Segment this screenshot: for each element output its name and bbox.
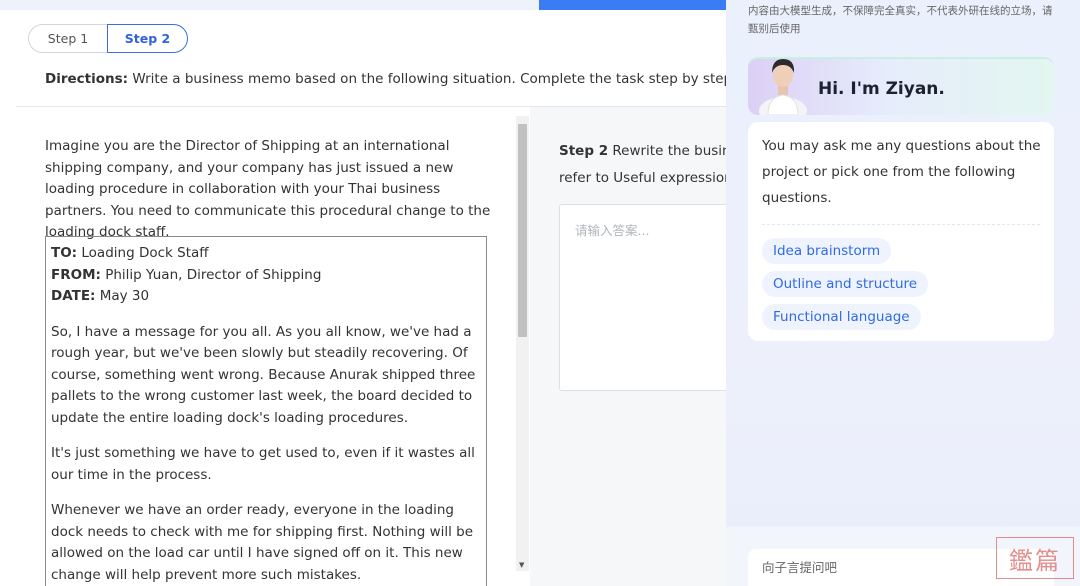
directions-label: Directions: (45, 71, 129, 87)
directions-text: Write a business memo based on the follo… (132, 71, 737, 87)
chip-outline-structure[interactable]: Outline and structure (762, 271, 929, 297)
memo-paragraph: So, I have a message for you all. As you… (51, 323, 476, 426)
step2-instructions: Step 2 Rewrite the business refer to Use… (559, 138, 726, 192)
scroll-down-arrow-icon[interactable]: ▼ (519, 561, 524, 569)
memo-from-label: FROM: (51, 266, 101, 283)
tab-step-1[interactable]: Step 1 (28, 24, 107, 53)
step2-pane: Step 2 Rewrite the business refer to Use… (530, 107, 726, 586)
answer-box (559, 204, 726, 391)
memo-date: DATE: May 30 (51, 286, 481, 308)
chip-idea-brainstorm[interactable]: Idea brainstorm (762, 238, 892, 264)
chip-functional-language[interactable]: Functional language (762, 304, 921, 330)
memo-date-value: May 30 (99, 288, 150, 304)
avatar (759, 59, 807, 115)
answer-input[interactable] (560, 205, 726, 390)
situation-scrollbar[interactable]: ▼ (516, 116, 529, 571)
memo-from-value: Philip Yuan, Director of Shipping (105, 266, 322, 283)
step-tabs: Step 1 Step 2 (28, 24, 188, 53)
chat-card: You may ask me any questions about the p… (748, 122, 1054, 341)
memo-date-label: DATE: (51, 288, 96, 304)
step2-line1: Rewrite the business (612, 143, 726, 159)
greeting-card: Hi. I'm Ziyan. (748, 57, 1054, 115)
greeting-text: Hi. I'm Ziyan. (818, 79, 945, 99)
tab-step-2[interactable]: Step 2 (107, 24, 188, 53)
memo-box: TO: Loading Dock Staff FROM: Philip Yuan… (45, 236, 487, 586)
assistant-message: You may ask me any questions about the p… (762, 138, 1041, 206)
memo-to: TO: Loading Dock Staff (51, 243, 481, 265)
top-action-bar[interactable] (539, 0, 726, 10)
memo-paragraph: It's just something we have to get used … (51, 445, 475, 483)
memo-to-value: Loading Dock Staff (81, 245, 209, 261)
step2-label: Step 2 (559, 143, 609, 159)
chat-separator (762, 224, 1040, 225)
situation-intro: Imagine you are the Director of Shipping… (45, 138, 491, 240)
ai-disclaimer: 内容由大模型生成，不保障完全真实，不代表外研在线的立场，请甄别后使用 (748, 5, 1053, 35)
memo-paragraph: Whenever we have an order ready, everyon… (51, 502, 474, 583)
watermark-stamp: 鑑篇 (996, 537, 1074, 579)
memo-header: TO: Loading Dock Staff FROM: Philip Yuan… (51, 243, 481, 308)
memo-from: FROM: Philip Yuan, Director of Shipping (51, 265, 481, 287)
assistant-panel: 内容由大模型生成，不保障完全真实，不代表外研在线的立场，请甄别后使用 Hi. I… (726, 0, 1080, 586)
step2-line2: refer to Useful expressions (559, 170, 726, 186)
directions: Directions: Write a business memo based … (45, 71, 736, 87)
situation-pane: Imagine you are the Director of Shipping… (16, 107, 530, 586)
memo-to-label: TO: (51, 245, 78, 261)
scroll-thumb[interactable] (518, 124, 527, 337)
